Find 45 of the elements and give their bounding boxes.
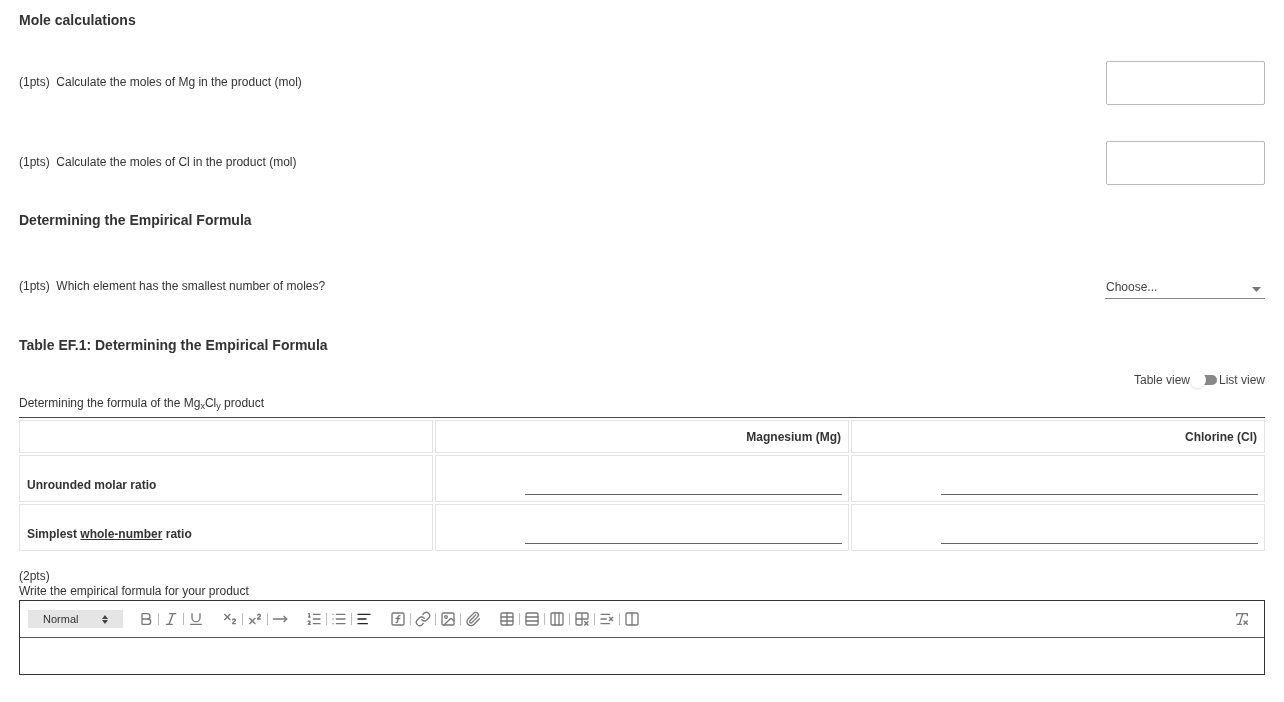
choice-dropdown[interactable]: Choose... [1105, 276, 1265, 299]
format-select[interactable]: Normal [28, 610, 123, 628]
column-header: Chlorine (Cl) [851, 420, 1265, 453]
image-icon[interactable] [440, 611, 456, 627]
rows-icon[interactable] [524, 611, 540, 627]
answer-cell[interactable] [435, 455, 849, 502]
section-heading: Mole calculations [19, 11, 136, 30]
delete-column-icon[interactable] [624, 611, 640, 627]
clear-format-icon[interactable] [1234, 611, 1250, 627]
view-toggle[interactable] [1193, 375, 1217, 385]
subscript-icon[interactable] [222, 611, 238, 627]
numbered-list-icon[interactable] [306, 611, 322, 627]
section-heading: Table EF.1: Determining the Empirical Formula [19, 336, 329, 355]
bullet-list-icon[interactable] [331, 611, 347, 627]
italic-icon[interactable] [163, 611, 179, 627]
up-down-caret-icon [102, 614, 108, 624]
paperclip-icon[interactable] [465, 611, 481, 627]
delete-table-icon[interactable] [574, 611, 590, 627]
answer-field[interactable] [1106, 141, 1265, 185]
toggle-label: List view [1219, 372, 1265, 389]
align-left-icon[interactable] [356, 611, 372, 627]
answer-cell[interactable] [435, 504, 849, 551]
question-text: (1pts) Which element has the smallest number of moles? [19, 278, 326, 295]
underline-icon[interactable] [188, 611, 204, 627]
toggle-label: Table view [1133, 372, 1190, 389]
answer-cell[interactable] [851, 504, 1265, 551]
table-icon[interactable] [499, 611, 515, 627]
answer-field[interactable] [1106, 61, 1265, 105]
columns-icon[interactable] [549, 611, 565, 627]
question-text: Write the empirical formula for your product [19, 583, 250, 599]
delete-row-icon[interactable] [599, 611, 615, 627]
question-text: (1pts) Calculate the moles of Mg in the product (mol) [19, 74, 302, 91]
row-label: Simplest whole-number ratio [27, 526, 192, 543]
answer-cell[interactable] [851, 455, 1265, 502]
function-icon[interactable] [390, 611, 406, 627]
question-text: (1pts) Calculate the moles of Cl in the product (mol) [19, 154, 297, 171]
link-icon[interactable] [415, 611, 431, 627]
question-points: (2pts) [19, 569, 51, 583]
table-caption: Determining the formula of the Mg$_{x}$Cl$_{y}$ product [19, 395, 265, 412]
caret-icon [1252, 286, 1261, 292]
bold-icon[interactable] [138, 611, 154, 627]
superscript-icon[interactable] [247, 611, 263, 627]
row-label: Unrounded molar ratio [27, 477, 157, 494]
section-heading: Determining the Empirical Formula [19, 211, 252, 230]
column-header: Magnesium (Mg) [435, 420, 849, 453]
